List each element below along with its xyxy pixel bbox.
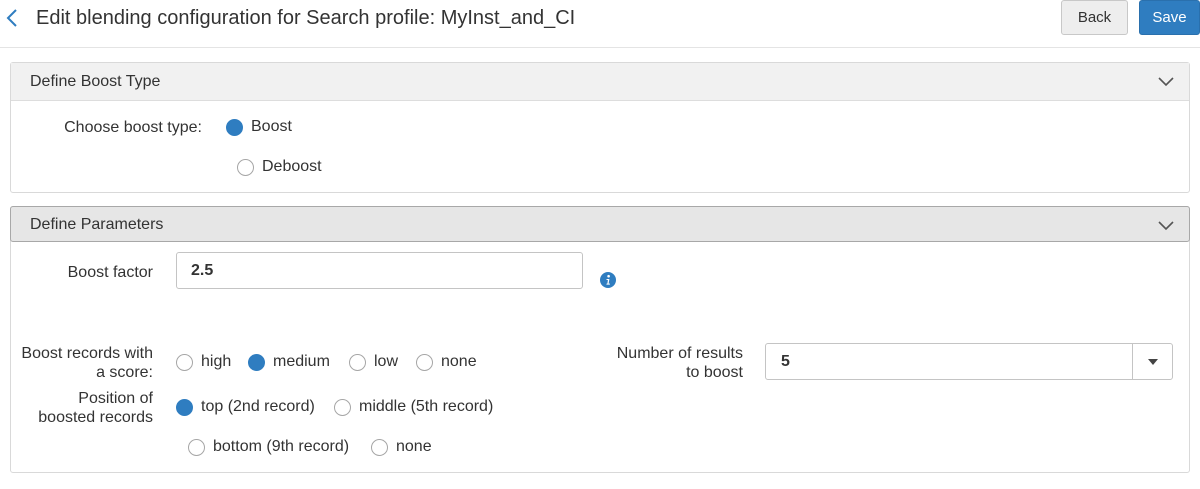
page-title: Edit blending configuration for Search p…	[36, 7, 576, 29]
radio-circle	[248, 353, 265, 371]
info-icon[interactable]	[600, 272, 616, 288]
boost-type-section-title: Define Boost Type	[30, 73, 161, 90]
back-button[interactable]: Back	[1061, 0, 1128, 35]
parameters-section-header[interactable]: Define Parameters	[10, 206, 1190, 242]
radio-label: medium	[273, 353, 330, 370]
radio-position-top[interactable]: top (2nd record)	[176, 398, 315, 416]
radio-circle	[237, 158, 254, 176]
radio-circle	[176, 398, 193, 416]
num-results-value: 5	[781, 353, 790, 370]
chevron-down-icon[interactable]	[1157, 73, 1175, 91]
radio-circle	[349, 353, 366, 371]
boost-factor-label: Boost factor	[67, 264, 153, 281]
radio-label: high	[201, 353, 232, 370]
page-header: Edit blending configuration for Search p…	[0, 0, 1200, 48]
radio-circle	[176, 353, 193, 371]
position-label: Position of boosted records	[20, 389, 153, 427]
radio-score-medium[interactable]: medium	[248, 353, 330, 371]
parameters-section: Define Parameters	[10, 206, 1190, 473]
radio-label: low	[374, 353, 399, 370]
caret-down-icon[interactable]	[1132, 344, 1172, 379]
boost-factor-value: 2.5	[191, 262, 214, 279]
chevron-down-icon[interactable]	[1157, 217, 1175, 235]
boost-type-section-header[interactable]: Define Boost Type	[11, 63, 1189, 101]
num-results-label-line1: Number of results	[616, 345, 743, 362]
radio-score-none[interactable]: none	[416, 353, 477, 371]
num-results-label: Number of results to boost	[590, 344, 743, 382]
radio-circle	[416, 353, 433, 371]
boost-factor-input[interactable]: 2.5	[176, 252, 583, 289]
radio-position-middle[interactable]: middle (5th record)	[334, 398, 493, 416]
radio-label: middle (5th record)	[359, 398, 494, 415]
radio-label: none	[396, 438, 432, 455]
position-label-line2: boosted records	[38, 409, 153, 426]
score-label-line1: Boost records with	[21, 345, 153, 362]
radio-deboost[interactable]: Deboost	[237, 158, 322, 176]
radio-position-bottom[interactable]: bottom (9th record)	[188, 438, 349, 456]
score-label: Boost records with a score:	[10, 344, 153, 382]
radio-label: Deboost	[262, 158, 322, 175]
radio-boost[interactable]: Boost	[226, 118, 292, 136]
radio-score-high[interactable]: high	[176, 353, 231, 371]
num-results-select[interactable]: 5	[765, 343, 1173, 380]
score-label-line2: a score:	[96, 364, 153, 381]
radio-label: Boost	[251, 118, 292, 135]
save-button[interactable]: Save	[1139, 0, 1200, 35]
radio-circle	[226, 118, 243, 136]
radio-position-none[interactable]: none	[371, 438, 432, 456]
radio-circle	[188, 438, 205, 456]
radio-circle	[371, 438, 388, 456]
radio-label: none	[441, 353, 477, 370]
num-results-label-line2: to boost	[686, 364, 743, 381]
parameters-section-title: Define Parameters	[30, 216, 164, 233]
position-label-line1: Position of	[78, 390, 153, 407]
radio-label: top (2nd record)	[201, 398, 315, 415]
back-chevron-icon[interactable]	[2, 6, 22, 30]
radio-circle	[334, 398, 351, 416]
radio-label: bottom (9th record)	[213, 438, 350, 455]
boost-type-label: Choose boost type:	[64, 119, 202, 136]
radio-score-low[interactable]: low	[349, 353, 398, 371]
